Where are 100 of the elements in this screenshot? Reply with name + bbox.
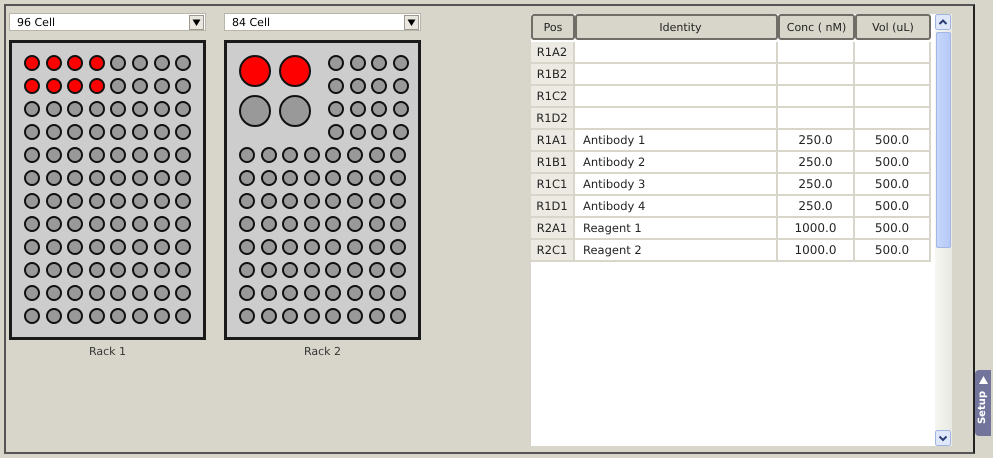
well[interactable] (132, 216, 148, 232)
well[interactable] (24, 262, 40, 278)
well[interactable] (88, 55, 105, 71)
well[interactable] (24, 101, 40, 117)
well[interactable] (46, 239, 62, 255)
well[interactable] (67, 147, 84, 163)
well[interactable] (175, 101, 192, 117)
column-header[interactable]: Identity (575, 14, 778, 40)
well[interactable] (154, 308, 170, 324)
well[interactable] (393, 124, 409, 140)
scroll-up-icon[interactable] (935, 14, 951, 30)
well[interactable] (154, 147, 170, 163)
well[interactable] (304, 170, 320, 186)
well[interactable] (304, 262, 320, 278)
well[interactable] (46, 124, 62, 140)
well[interactable] (110, 170, 126, 186)
well[interactable] (154, 124, 170, 140)
well[interactable] (154, 101, 170, 117)
well[interactable] (88, 101, 105, 117)
well[interactable] (24, 55, 40, 71)
well[interactable] (154, 78, 170, 94)
well[interactable] (371, 55, 388, 71)
well[interactable] (282, 239, 298, 255)
well[interactable] (67, 308, 84, 324)
well[interactable] (67, 55, 84, 71)
well[interactable] (371, 78, 388, 94)
well[interactable] (260, 147, 277, 163)
well[interactable] (132, 170, 148, 186)
scrollbar[interactable] (935, 14, 952, 446)
well[interactable] (282, 170, 298, 186)
well[interactable] (304, 308, 320, 324)
well[interactable] (88, 216, 105, 232)
well[interactable] (239, 216, 255, 232)
well[interactable] (67, 262, 84, 278)
well[interactable] (24, 239, 40, 255)
well[interactable] (110, 78, 126, 94)
well[interactable] (132, 101, 148, 117)
well[interactable] (132, 124, 148, 140)
well[interactable] (67, 216, 84, 232)
well[interactable] (368, 308, 385, 324)
well[interactable] (88, 285, 105, 301)
well[interactable] (239, 147, 255, 163)
well[interactable] (88, 193, 105, 209)
well[interactable] (393, 78, 409, 94)
well[interactable] (325, 239, 342, 255)
well[interactable] (46, 101, 62, 117)
well[interactable] (46, 285, 62, 301)
well[interactable] (175, 308, 192, 324)
well[interactable] (371, 124, 388, 140)
well[interactable] (132, 239, 148, 255)
well[interactable] (328, 55, 344, 71)
well[interactable] (88, 239, 105, 255)
well[interactable] (67, 193, 84, 209)
well[interactable] (239, 308, 255, 324)
well[interactable] (154, 262, 170, 278)
well[interactable] (346, 147, 363, 163)
well[interactable] (46, 147, 62, 163)
well[interactable] (368, 239, 385, 255)
well[interactable] (282, 216, 298, 232)
well[interactable] (325, 216, 342, 232)
well[interactable] (260, 216, 277, 232)
well[interactable] (239, 239, 255, 255)
well[interactable] (67, 285, 84, 301)
well[interactable] (282, 285, 298, 301)
well[interactable] (260, 308, 277, 324)
well[interactable] (390, 262, 406, 278)
well[interactable] (328, 124, 344, 140)
well[interactable] (154, 170, 170, 186)
well[interactable] (282, 193, 298, 209)
well[interactable] (175, 285, 192, 301)
well[interactable] (368, 193, 385, 209)
well[interactable] (175, 170, 192, 186)
well[interactable] (88, 78, 105, 94)
well[interactable] (154, 285, 170, 301)
well[interactable] (110, 55, 126, 71)
well[interactable] (175, 124, 192, 140)
well[interactable] (239, 95, 271, 127)
well[interactable] (46, 262, 62, 278)
well[interactable] (110, 124, 126, 140)
scroll-down-icon[interactable] (935, 430, 951, 446)
well[interactable] (368, 170, 385, 186)
well[interactable] (239, 55, 271, 87)
well[interactable] (328, 101, 344, 117)
well[interactable] (390, 193, 406, 209)
well[interactable] (67, 124, 84, 140)
well[interactable] (67, 170, 84, 186)
well[interactable] (24, 170, 40, 186)
well[interactable] (132, 147, 148, 163)
well[interactable] (282, 262, 298, 278)
well[interactable] (175, 216, 192, 232)
well[interactable] (393, 55, 409, 71)
well[interactable] (304, 285, 320, 301)
column-header[interactable]: Vol (uL) (855, 14, 931, 40)
well[interactable] (346, 308, 363, 324)
well[interactable] (368, 216, 385, 232)
well[interactable] (88, 170, 105, 186)
well[interactable] (390, 308, 406, 324)
well[interactable] (346, 216, 363, 232)
well[interactable] (239, 193, 255, 209)
well[interactable] (46, 216, 62, 232)
